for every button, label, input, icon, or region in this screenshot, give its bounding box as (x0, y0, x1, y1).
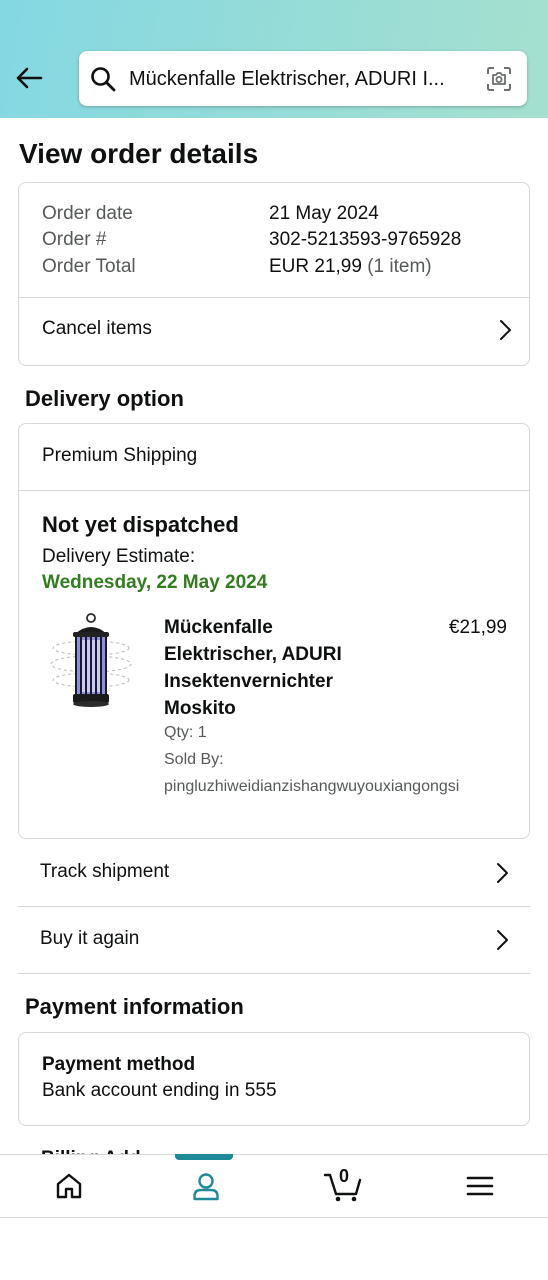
order-number-row: Order # 302-5213593-9765928 (42, 227, 461, 253)
cancel-items-label: Cancel items (42, 318, 152, 339)
sold-by-label: Sold By: (164, 751, 224, 768)
order-total-value: EUR 21,99 (269, 256, 362, 277)
order-date-label: Order date (42, 203, 133, 224)
product-price: €21,99 (448, 617, 507, 638)
chevron-right-icon (500, 320, 511, 340)
product-quantity: Qty: 1 (164, 724, 207, 741)
delivery-estimate-label: Delivery Estimate: (42, 546, 196, 567)
order-date-row: Order date 21 May 2024 (42, 201, 379, 227)
buy-it-again-button[interactable]: Buy it again (18, 907, 530, 973)
cancel-items-button[interactable]: Cancel items (19, 298, 529, 366)
nav-menu[interactable] (411, 1155, 548, 1218)
nav-home[interactable] (0, 1155, 137, 1218)
delivery-section-title: Delivery option (25, 386, 184, 411)
shipping-method: Premium Shipping (42, 445, 198, 466)
chevron-right-icon (497, 863, 508, 883)
nav-cart[interactable] (274, 1155, 411, 1218)
payment-section-title: Payment information (25, 994, 244, 1019)
order-number-value: 302-5213593-9765928 (269, 229, 462, 250)
camera-scan-icon[interactable] (485, 65, 513, 93)
payment-method-value: Bank account ending in 555 (42, 1080, 277, 1101)
bottom-navigation: 0 (0, 1154, 548, 1218)
divider (19, 490, 529, 491)
back-button[interactable] (10, 58, 48, 98)
track-shipment-button[interactable]: Track shipment (18, 840, 530, 906)
page-title: View order details (19, 138, 259, 169)
product-title-link[interactable]: Mückenfalle Elektrischer, ADURI Insekten… (164, 614, 364, 722)
order-number-label: Order # (42, 229, 107, 250)
product-image[interactable] (49, 612, 133, 710)
order-total-label: Order Total (42, 256, 136, 277)
dispatch-status: Not yet dispatched (42, 512, 239, 537)
cart-count-badge: 0 (338, 1166, 349, 1186)
back-arrow-icon (16, 67, 43, 89)
chevron-right-icon (497, 930, 508, 950)
order-total-value-group: EUR 21,99 (1 item) (269, 254, 432, 280)
buy-it-again-label: Buy it again (40, 928, 140, 949)
track-shipment-label: Track shipment (40, 861, 170, 882)
order-total-row: Order Total EUR 21,99 (1 item) (42, 254, 432, 280)
nav-account[interactable] (137, 1155, 274, 1218)
delivery-estimate-date: Wednesday, 22 May 2024 (42, 572, 268, 593)
order-summary-card: Order date 21 May 2024 Order # 302-52135… (18, 182, 530, 366)
delivery-card: Premium Shipping Not yet dispatched Deli… (18, 423, 530, 839)
seller-name: pingluzhiweidianzishangwuyouxiangongsi (164, 778, 460, 795)
search-icon[interactable] (89, 65, 117, 93)
menu-icon (466, 1176, 493, 1196)
payment-method-card: Payment method Bank account ending in 55… (18, 1032, 530, 1126)
home-icon (56, 1173, 81, 1199)
account-icon (192, 1173, 219, 1201)
order-date-value: 21 May 2024 (269, 203, 379, 224)
search-box[interactable]: Mückenfalle Elektrischer, ADURI I... (79, 51, 527, 106)
order-item-count: (1 item) (367, 256, 432, 277)
divider (18, 973, 530, 974)
header-bar: Mückenfalle Elektrischer, ADURI I... (0, 0, 548, 118)
payment-method-title: Payment method (42, 1054, 196, 1075)
search-input[interactable]: Mückenfalle Elektrischer, ADURI I... (129, 66, 475, 92)
